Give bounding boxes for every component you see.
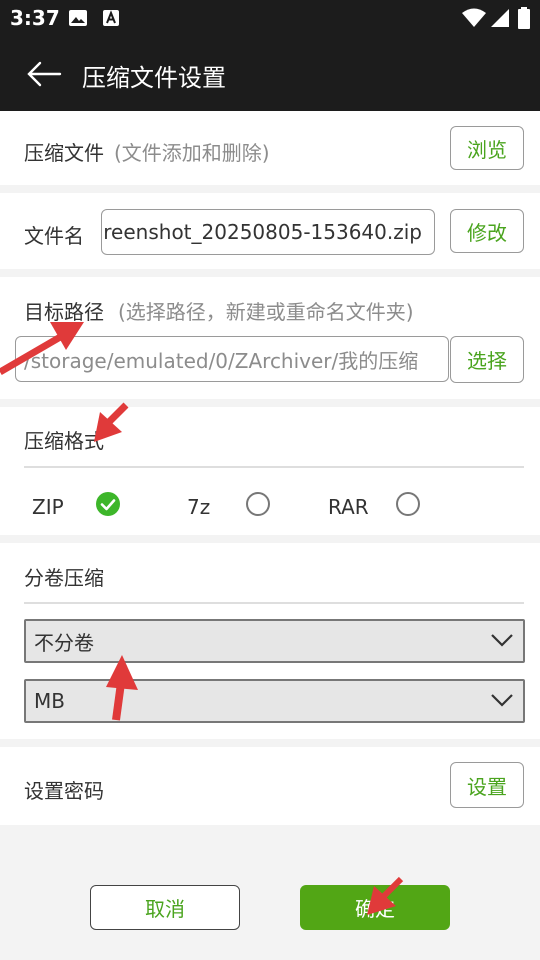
format-label: 压缩格式 bbox=[24, 429, 104, 453]
volume-label: 分卷压缩 bbox=[24, 566, 104, 590]
file-name-value: creenshot_20250805-153640.zip bbox=[101, 220, 422, 244]
confirm-button[interactable]: 确定 bbox=[300, 885, 450, 930]
set-password-button[interactable]: 设置 bbox=[450, 762, 524, 808]
image-notification-icon bbox=[69, 10, 87, 26]
font-notification-icon bbox=[103, 10, 119, 26]
format-divider bbox=[24, 466, 524, 468]
back-arrow-icon[interactable] bbox=[26, 58, 62, 90]
password-label: 设置密码 bbox=[24, 779, 104, 803]
format-option-zip-label[interactable]: ZIP bbox=[32, 495, 64, 519]
signal-icon bbox=[491, 9, 509, 27]
format-section: 压缩格式 bbox=[0, 407, 540, 535]
split-volume-value: 不分卷 bbox=[34, 630, 94, 655]
target-path-section: 目标路径 (选择路径，新建或重命名文件夹) /storage/emulated/… bbox=[0, 277, 540, 399]
format-option-rar-radio[interactable] bbox=[396, 492, 420, 516]
split-volume-dropdown[interactable]: 不分卷 bbox=[24, 619, 525, 663]
cancel-button[interactable]: 取消 bbox=[90, 885, 240, 930]
target-path-value: /storage/emulated/0/ZArchiver/我的压缩 bbox=[24, 348, 419, 373]
status-time: 3:37 bbox=[10, 6, 60, 30]
volume-divider bbox=[24, 602, 524, 604]
wifi-icon bbox=[462, 8, 486, 27]
target-path-hint: (选择路径，新建或重命名文件夹) bbox=[118, 300, 414, 324]
volume-unit-dropdown[interactable]: MB bbox=[24, 679, 525, 723]
compress-files-hint: (文件添加和删除) bbox=[114, 141, 270, 165]
chevron-down-icon bbox=[491, 634, 513, 647]
file-name-section: 文件名 creenshot_20250805-153640.zip 修改 bbox=[0, 193, 540, 269]
chevron-down-icon bbox=[491, 694, 513, 707]
select-path-button[interactable]: 选择 bbox=[450, 336, 524, 383]
format-option-7z-label[interactable]: 7z bbox=[187, 495, 210, 519]
format-option-rar-label[interactable]: RAR bbox=[328, 495, 369, 519]
app-bar: 压缩文件设置 bbox=[0, 36, 540, 111]
compress-files-label: 压缩文件 bbox=[24, 141, 104, 165]
target-path-field[interactable]: /storage/emulated/0/ZArchiver/我的压缩 bbox=[15, 336, 449, 382]
page-title: 压缩文件设置 bbox=[82, 64, 226, 92]
compress-files-section: 压缩文件 (文件添加和删除) 浏览 bbox=[0, 111, 540, 185]
volume-unit-value: MB bbox=[34, 689, 65, 713]
file-name-label: 文件名 bbox=[24, 224, 84, 248]
battery-icon bbox=[518, 7, 530, 29]
format-option-zip-radio[interactable] bbox=[96, 492, 120, 516]
target-path-label: 目标路径 bbox=[24, 300, 104, 324]
password-section: 设置密码 设置 bbox=[0, 747, 540, 825]
format-option-7z-radio[interactable] bbox=[246, 492, 270, 516]
file-name-field[interactable]: creenshot_20250805-153640.zip bbox=[101, 209, 435, 255]
checkmark-icon bbox=[100, 499, 116, 511]
modify-button[interactable]: 修改 bbox=[450, 209, 524, 253]
browse-button[interactable]: 浏览 bbox=[450, 126, 524, 170]
status-bar: 3:37 bbox=[0, 0, 540, 36]
